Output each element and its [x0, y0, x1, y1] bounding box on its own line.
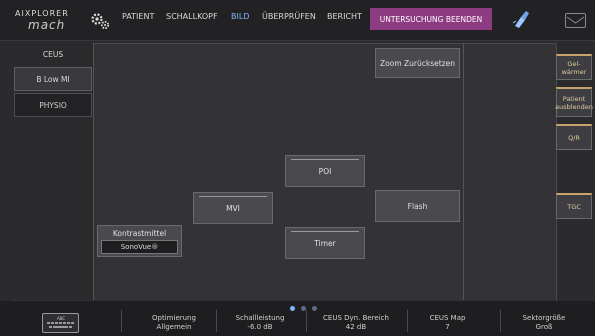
sector-size-control[interactable]: Sektorgröße Groß: [504, 314, 584, 332]
menu-probe[interactable]: SCHALLKOPF: [166, 12, 218, 21]
bottom-separator: [500, 310, 501, 332]
top-bar: AIXPLORER mach PATIENT SCHALLKOPF BILD Ü…: [0, 0, 595, 41]
panel-divider: [463, 43, 464, 300]
optimization-title: Optimierung: [152, 314, 196, 322]
acoustic-power-title: Schallleistung: [235, 314, 285, 322]
tab-physio[interactable]: PHYSIO: [14, 93, 92, 117]
mvi-indicator: [199, 196, 267, 197]
end-exam-button[interactable]: UNTERSUCHUNG BEENDEN: [370, 8, 492, 30]
timer-label: Timer: [314, 238, 336, 248]
timer-button[interactable]: Timer: [285, 227, 365, 259]
gel-warmer-button[interactable]: Gel- wärmer: [556, 54, 592, 80]
keyboard-abc-text: ABC: [57, 316, 65, 321]
flash-label: Flash: [407, 201, 428, 211]
ceus-map-control[interactable]: CEUS Map 7: [410, 314, 485, 332]
tab-b-low-mi[interactable]: B Low MI: [14, 67, 92, 91]
acoustic-power-control[interactable]: Schallleistung -6.0 dB: [220, 314, 300, 332]
page-dot[interactable]: [312, 306, 317, 311]
bottom-separator: [121, 310, 122, 332]
menu-patient[interactable]: PATIENT: [122, 12, 154, 21]
menu-image[interactable]: BILD: [231, 12, 249, 21]
page-dot-active[interactable]: [290, 306, 295, 311]
ceus-map-value: 7: [445, 323, 450, 331]
menu-review[interactable]: ÜBERPRÜFEN: [262, 12, 316, 21]
logo: AIXPLORER mach: [15, 8, 110, 34]
gears-icon: [91, 13, 110, 30]
probe-icon[interactable]: [511, 9, 531, 29]
ceus-map-title: CEUS Map: [429, 314, 466, 322]
flash-button[interactable]: Flash: [375, 190, 460, 222]
envelope-icon: [566, 16, 585, 24]
contrast-agent-box: Kontrastmittel SonoVue®: [97, 225, 182, 257]
optimization-value: Allgemein: [156, 323, 192, 331]
poi-button[interactable]: POI: [285, 155, 365, 187]
optimization-control[interactable]: Optimierung Allgemein: [134, 314, 214, 332]
sector-size-title: Sektorgröße: [522, 314, 566, 322]
logo-text: AIXPLORER: [15, 9, 69, 18]
logo-subtext: mach: [28, 18, 66, 32]
zoom-reset-label: Zoom Zurücksetzen: [380, 58, 455, 68]
timer-indicator: [291, 231, 359, 232]
qr-button[interactable]: Q/R: [556, 124, 592, 150]
bottom-separator: [216, 310, 217, 332]
message-button[interactable]: [565, 13, 586, 28]
ceus-dynamic-range-control[interactable]: CEUS Dyn. Bereich 42 dB: [308, 314, 404, 332]
bottom-separator: [407, 310, 408, 332]
mvi-label: MVI: [226, 203, 240, 213]
tgc-button[interactable]: TGC: [556, 193, 592, 219]
tab-ceus[interactable]: CEUS: [14, 43, 92, 65]
keyboard-button[interactable]: ABC: [42, 313, 79, 333]
hide-patient-button[interactable]: Patient ausblenden: [555, 87, 593, 117]
contrast-agent-select[interactable]: SonoVue®: [101, 240, 178, 254]
mvi-button[interactable]: MVI: [193, 192, 273, 224]
ceus-dynamic-range-title: CEUS Dyn. Bereich: [323, 314, 389, 322]
keyboard-icon: ABC: [47, 316, 74, 328]
contrast-agent-label: Kontrastmittel: [112, 229, 167, 238]
bottom-separator: [306, 310, 307, 332]
poi-indicator: [291, 159, 359, 160]
mode-tab-column: CEUS B Low MI PHYSIO: [14, 43, 94, 300]
acoustic-power-value: -6.0 dB: [247, 323, 273, 331]
zoom-reset-button[interactable]: Zoom Zurücksetzen: [375, 48, 460, 78]
poi-label: POI: [318, 166, 332, 176]
ceus-dynamic-range-value: 42 dB: [345, 323, 367, 331]
menu-report[interactable]: BERICHT: [327, 12, 362, 21]
sector-size-value: Groß: [535, 323, 553, 331]
